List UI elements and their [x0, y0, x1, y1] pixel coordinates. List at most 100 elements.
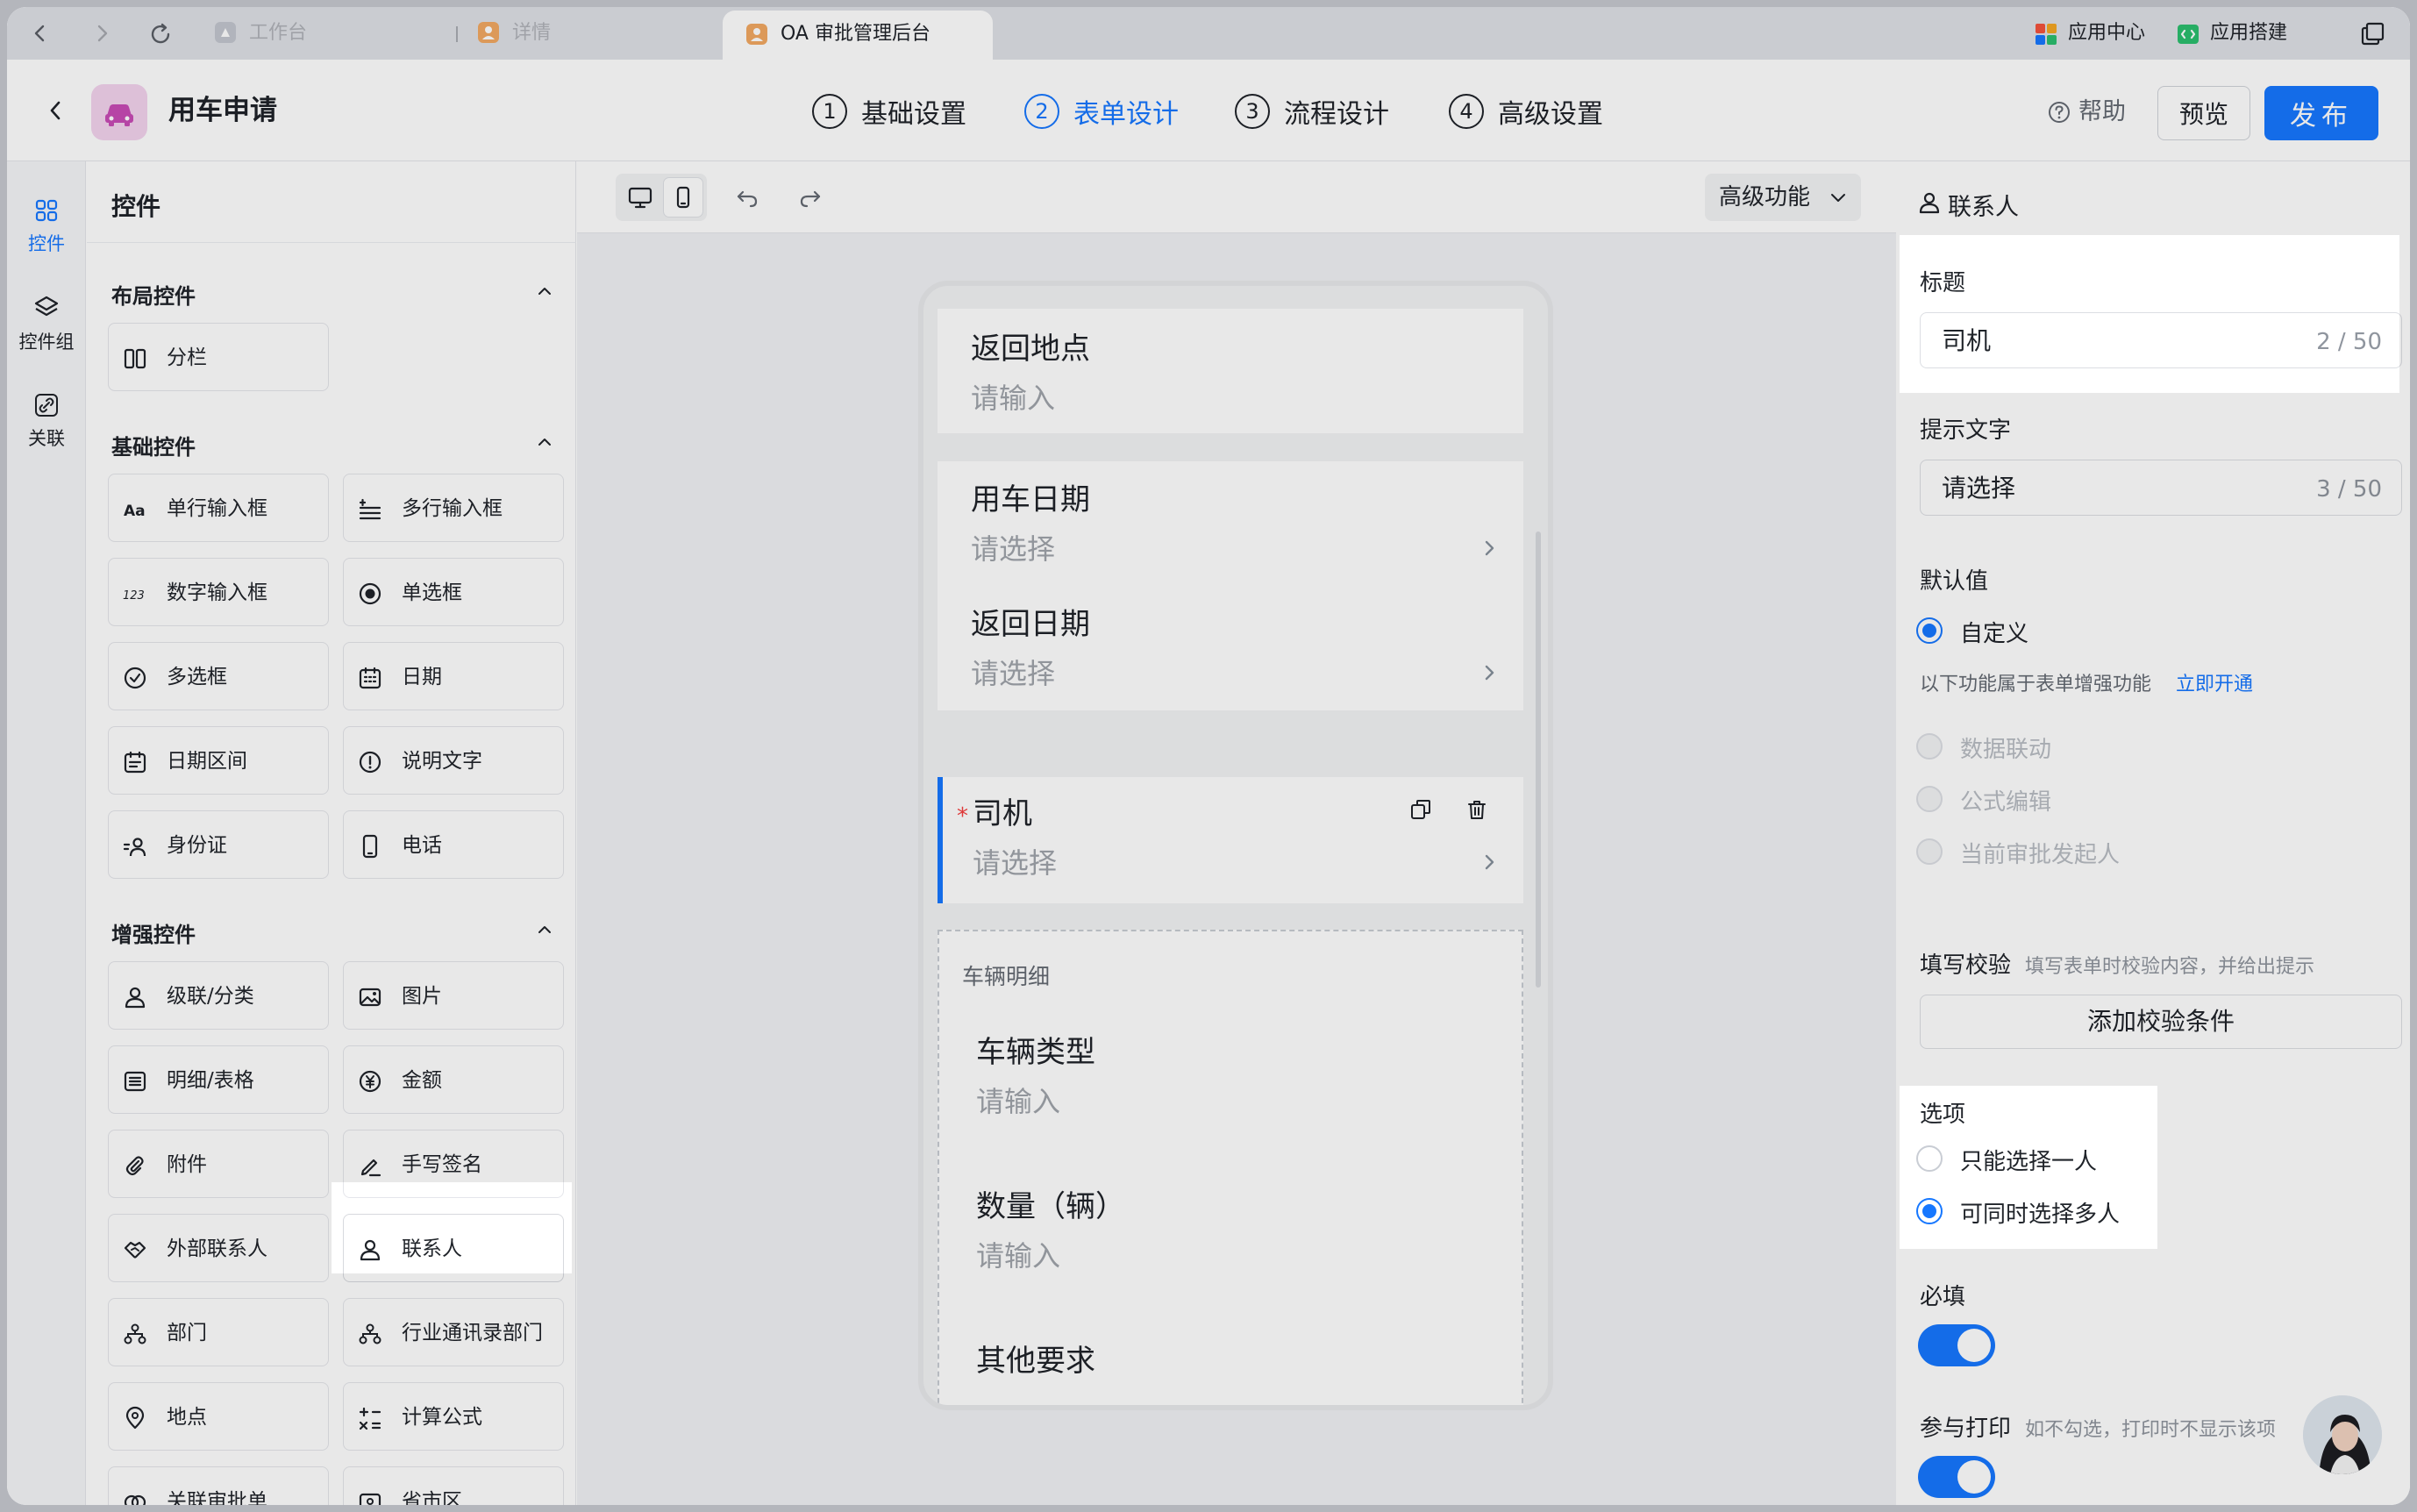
- app-center-icon: [2033, 21, 2059, 47]
- copy-icon[interactable]: [1406, 795, 1436, 824]
- control-single-line-input[interactable]: Aa 单行输入框: [108, 474, 329, 542]
- add-validation-button[interactable]: 添加校验条件: [1920, 995, 2402, 1049]
- control-multi-line-input[interactable]: 多行输入框: [343, 474, 564, 542]
- field-label: 用车日期: [971, 482, 1090, 517]
- control-contact[interactable]: 联系人: [343, 1214, 564, 1282]
- chevron-down-icon: [1828, 187, 1849, 208]
- help-icon[interactable]: [2047, 100, 2071, 125]
- map-pin-icon: [358, 1490, 382, 1505]
- control-label: 部门: [167, 1322, 207, 1344]
- layers-icon[interactable]: [32, 293, 61, 321]
- form-field-driver-selected[interactable]: * 司机 请选择: [938, 777, 1523, 903]
- table-icon: [123, 1069, 147, 1094]
- default-custom-radio[interactable]: [1916, 617, 1943, 644]
- control-label: 单选框: [402, 581, 462, 604]
- step-basic-settings[interactable]: 1 基础设置: [812, 93, 966, 130]
- control-id-card[interactable]: 身份证: [108, 810, 329, 879]
- advanced-features-dropdown[interactable]: 高级功能: [1705, 174, 1861, 221]
- forward-arrow-icon[interactable]: [88, 19, 116, 47]
- step-flow-design[interactable]: 3 流程设计: [1235, 93, 1389, 130]
- control-cascade-category[interactable]: 级联/分类: [108, 961, 329, 1030]
- publish-button[interactable]: 发布: [2264, 86, 2378, 140]
- rail-item-control-groups[interactable]: 控件组: [7, 328, 86, 354]
- form-field-return-date[interactable]: 返回日期 请选择: [938, 589, 1523, 710]
- step-form-design[interactable]: 2 表单设计: [1024, 93, 1179, 130]
- form-field-return-location[interactable]: 返回地点 请输入: [938, 309, 1523, 433]
- field-placeholder: 请输入: [971, 382, 1056, 415]
- control-label: 日期: [402, 666, 442, 688]
- current-initiator-radio: [1916, 838, 1943, 865]
- option-multi-radio[interactable]: [1916, 1198, 1943, 1224]
- link-icon[interactable]: [32, 391, 61, 419]
- control-formula[interactable]: 计算公式: [343, 1382, 564, 1451]
- car-app-icon: [91, 84, 147, 140]
- back-arrow-icon[interactable]: [26, 19, 54, 47]
- print-toggle[interactable]: [1918, 1456, 1995, 1498]
- default-custom-label[interactable]: 自定义: [1960, 616, 2028, 648]
- control-date-range[interactable]: 日期区间: [108, 726, 329, 795]
- app-builder-link[interactable]: 应用搭建: [2210, 22, 2287, 45]
- form-field-use-date[interactable]: 用车日期 请选择: [938, 461, 1523, 589]
- tab-detail[interactable]: 详情: [512, 22, 551, 45]
- desktop-view-icon[interactable]: [621, 179, 660, 216]
- control-radio[interactable]: 单选框: [343, 558, 564, 626]
- chevron-up-icon[interactable]: [534, 919, 555, 940]
- yen-icon: [358, 1069, 382, 1094]
- control-split-column[interactable]: 分栏: [108, 323, 329, 391]
- detail-group-vehicle[interactable]: 车辆明细 车辆类型 请输入 数量（辆） 请输入 其他要求: [938, 930, 1523, 1405]
- control-amount[interactable]: 金额: [343, 1045, 564, 1114]
- control-number-input[interactable]: 123 数字输入框: [108, 558, 329, 626]
- control-description-text[interactable]: 说明文字: [343, 726, 564, 795]
- control-handwritten-signature[interactable]: 手写签名: [343, 1130, 564, 1198]
- enhance-activate-link[interactable]: 立即开通: [2176, 668, 2253, 696]
- default-value-label: 默认值: [1920, 568, 1989, 595]
- control-industry-directory[interactable]: 行业通讯录部门: [343, 1298, 564, 1366]
- open-external-icon[interactable]: [2357, 19, 2387, 49]
- columns-icon: [123, 346, 147, 371]
- back-icon[interactable]: [42, 96, 70, 125]
- required-toggle[interactable]: [1918, 1324, 1995, 1366]
- control-phone[interactable]: 电话: [343, 810, 564, 879]
- control-province-city[interactable]: 省市区: [343, 1466, 564, 1505]
- phone-icon: [358, 834, 382, 859]
- undo-icon[interactable]: [731, 182, 763, 214]
- title-input[interactable]: 司机 2 / 50: [1920, 312, 2402, 368]
- trash-icon[interactable]: [1462, 795, 1492, 824]
- control-linked-approval[interactable]: 关联审批单: [108, 1466, 329, 1505]
- mobile-view-icon[interactable]: [663, 177, 703, 218]
- control-attachment[interactable]: 附件: [108, 1130, 329, 1198]
- hint-input[interactable]: 请选择 3 / 50: [1920, 460, 2402, 516]
- redo-icon[interactable]: [795, 182, 826, 214]
- radio-icon: [358, 581, 382, 606]
- chevron-right-icon: [1476, 660, 1502, 686]
- control-checkbox[interactable]: 多选框: [108, 642, 329, 710]
- paperclip-icon: [123, 1153, 147, 1178]
- rail-item-relations[interactable]: 关联: [7, 424, 86, 451]
- assistant-avatar[interactable]: [2300, 1393, 2385, 1477]
- option-single-radio[interactable]: [1916, 1145, 1943, 1172]
- chevron-up-icon[interactable]: [534, 431, 555, 453]
- option-single-label[interactable]: 只能选择一人: [1960, 1144, 2097, 1176]
- app-center-link[interactable]: 应用中心: [2068, 22, 2145, 45]
- properties-header: 联系人: [1948, 194, 2019, 221]
- control-location[interactable]: 地点: [108, 1382, 329, 1451]
- control-detail-table[interactable]: 明细/表格: [108, 1045, 329, 1114]
- control-external-contact[interactable]: 外部联系人: [108, 1214, 329, 1282]
- number-123-icon: 123: [123, 581, 147, 606]
- control-image[interactable]: 图片: [343, 961, 564, 1030]
- step-advanced-settings[interactable]: 4 高级设置: [1449, 93, 1603, 130]
- detail-field-placeholder: 请输入: [976, 1239, 1061, 1273]
- tab-oa-admin[interactable]: OA 审批管理后台: [723, 11, 993, 60]
- help-link[interactable]: 帮助: [2078, 98, 2126, 126]
- control-department[interactable]: 部门: [108, 1298, 329, 1366]
- editor-header: 用车申请 1 基础设置 2 表单设计 3 流程设计 4 高级设置 帮助 预览 发…: [7, 60, 2410, 161]
- preview-button[interactable]: 预览: [2157, 86, 2250, 140]
- refresh-icon[interactable]: [146, 19, 175, 49]
- option-multi-label[interactable]: 可同时选择多人: [1960, 1196, 2120, 1229]
- phone-scroll-track: [1536, 531, 1541, 988]
- tab-workbench[interactable]: 工作台: [249, 22, 307, 45]
- rail-item-controls[interactable]: 控件: [7, 230, 86, 256]
- control-date[interactable]: 日期: [343, 642, 564, 710]
- chevron-up-icon[interactable]: [534, 281, 555, 302]
- controls-grid-icon[interactable]: [32, 196, 61, 225]
